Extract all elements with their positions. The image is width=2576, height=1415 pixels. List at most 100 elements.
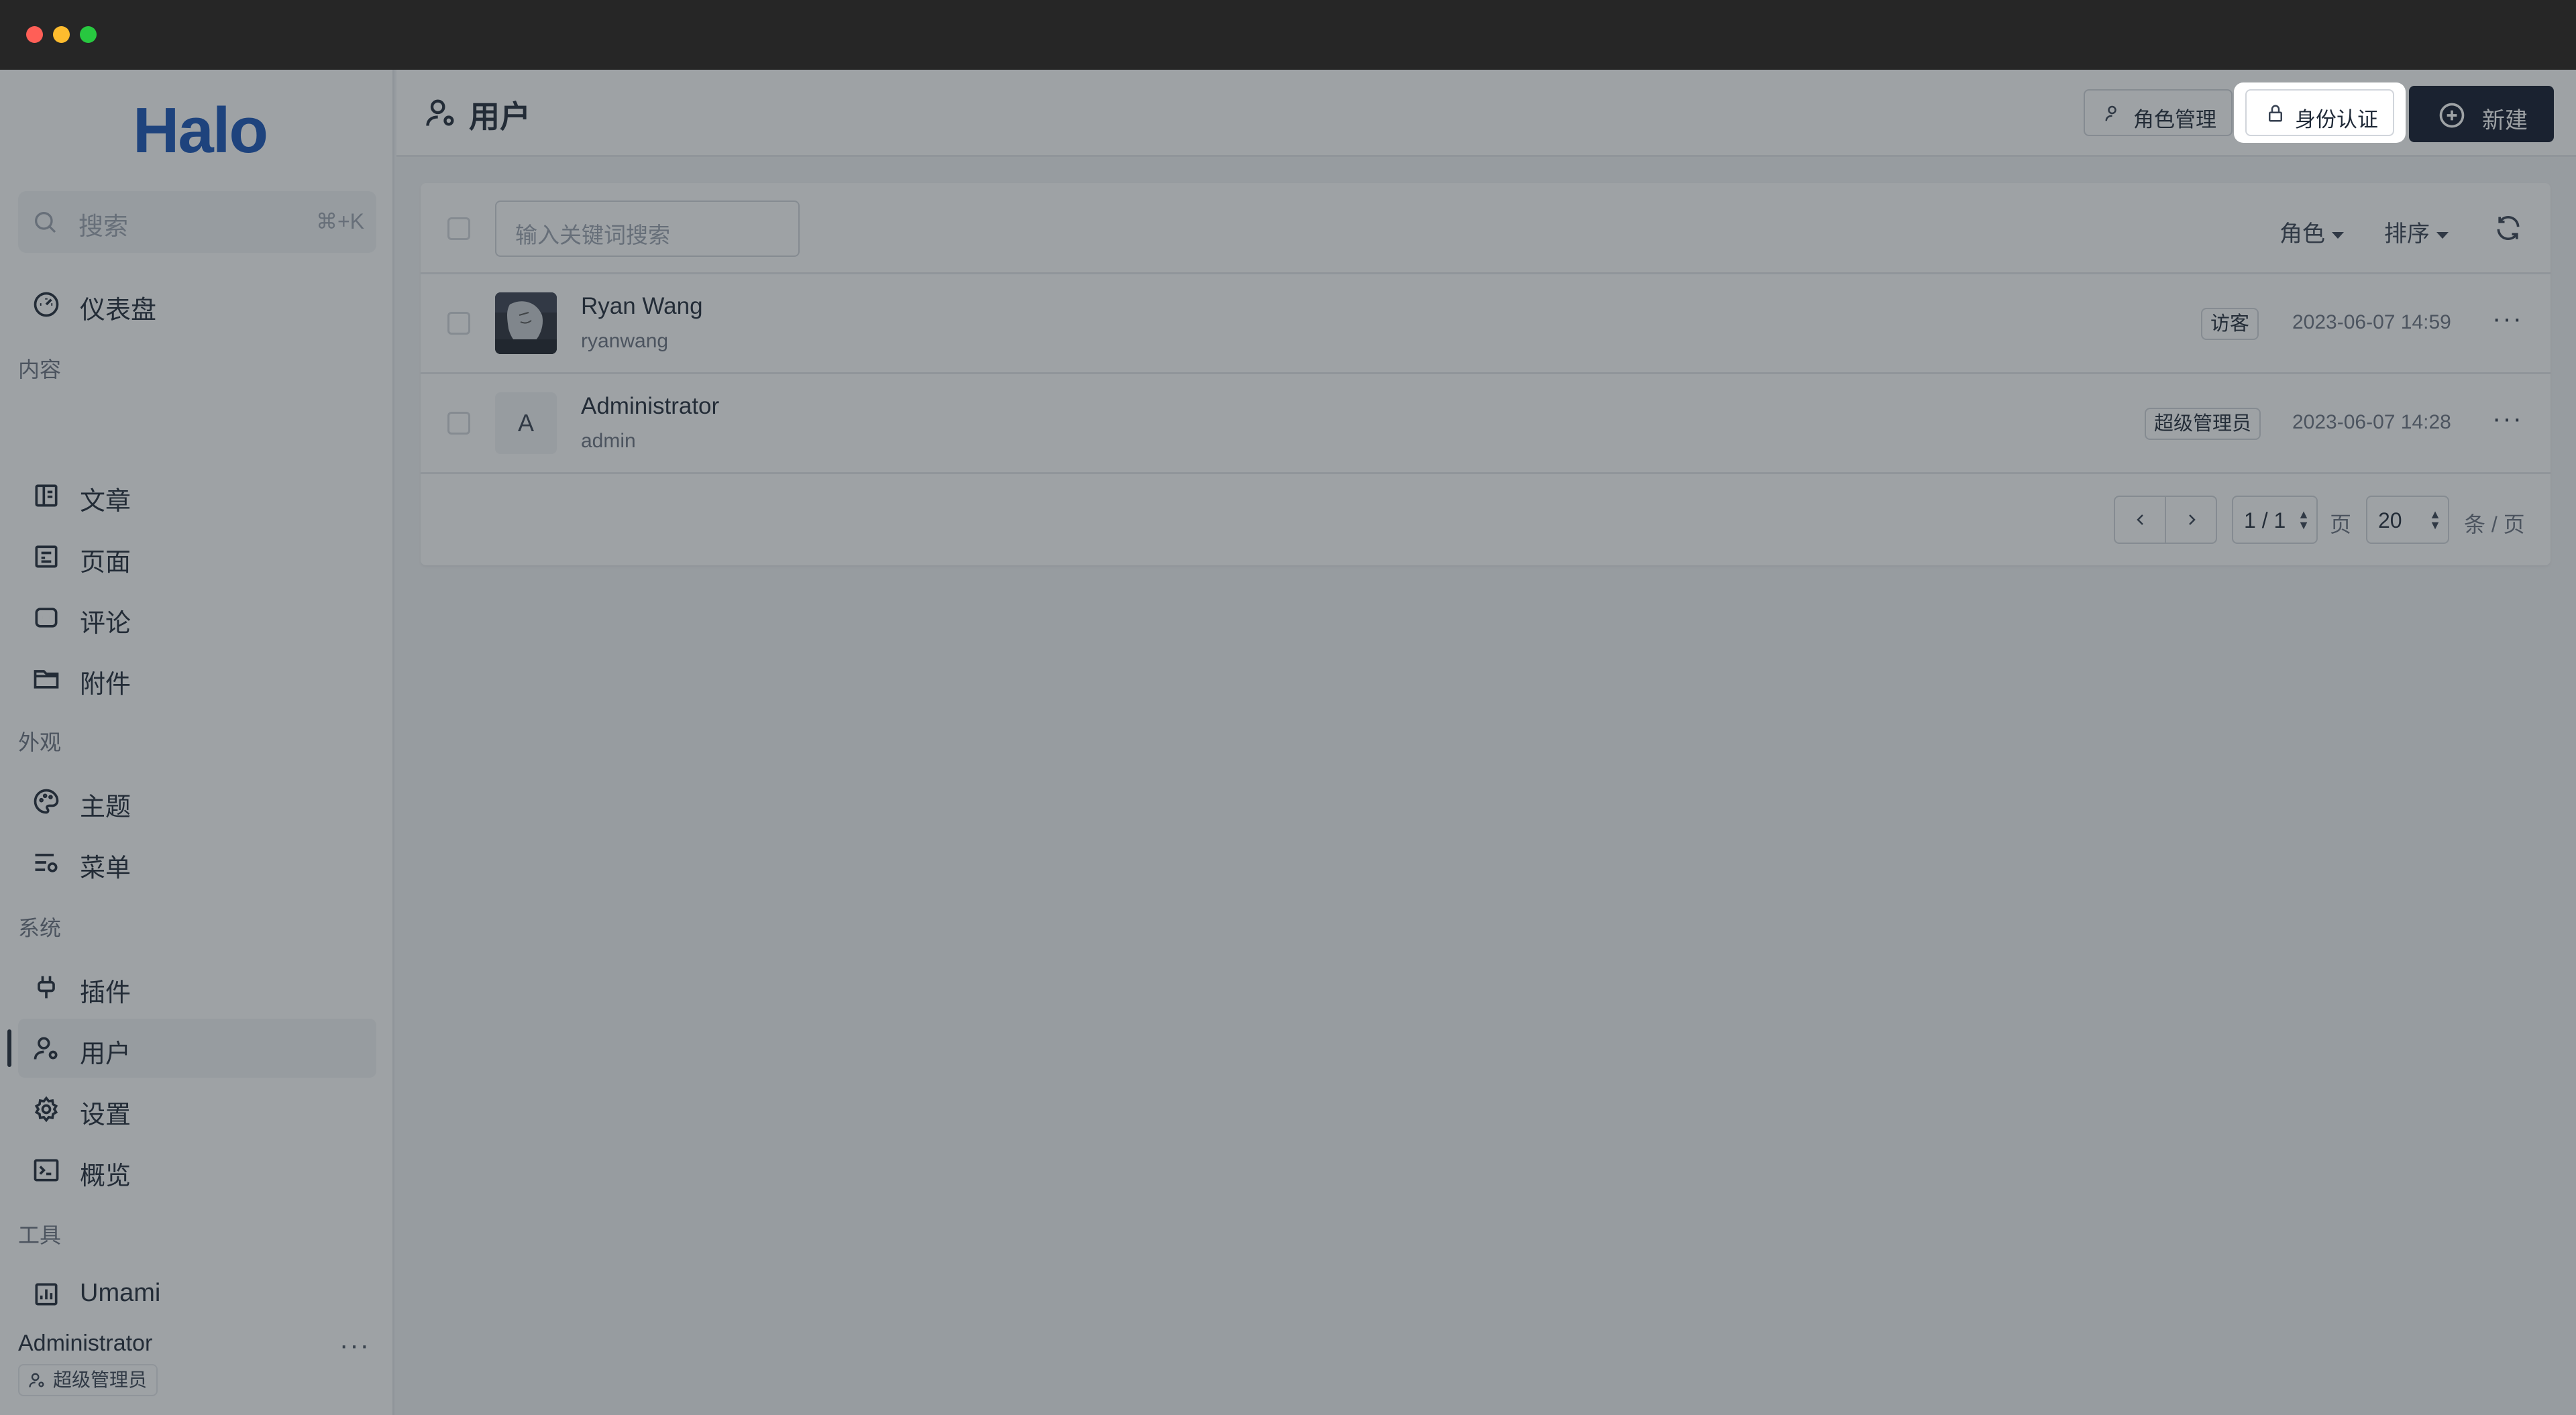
row-checkbox[interactable] [447, 412, 470, 435]
role-management-button[interactable]: 角色管理 [2084, 89, 2233, 136]
sidebar-item-label: 评论 [80, 610, 131, 638]
tour-spotlight: 身份认证 [2234, 82, 2406, 143]
page-select-value: 1 / 1 [2244, 508, 2286, 532]
user-more-icon[interactable]: ··· [339, 1331, 370, 1361]
halo-logo[interactable]: Halo [133, 94, 268, 168]
sort-label: 排序 [2384, 221, 2430, 247]
sidebar-item-comments[interactable]: 评论 [18, 588, 376, 647]
sidebar-item-attachments[interactable]: 附件 [18, 649, 376, 708]
row-more-icon[interactable]: ··· [2492, 404, 2523, 434]
user-display-name[interactable]: Administrator [581, 393, 719, 420]
window-titlebar [0, 0, 2576, 70]
sidebar-item-dashboard[interactable]: 仪表盘 [18, 275, 376, 334]
group-system-label: 系统 [18, 916, 62, 940]
sidebar-item-overview[interactable]: 概览 [18, 1141, 376, 1200]
role-management-label: 角色管理 [2133, 108, 2216, 131]
window-close-button[interactable] [26, 26, 43, 43]
chevron-right-icon [2189, 514, 2196, 525]
gear-icon [34, 1096, 58, 1123]
new-user-button[interactable]: 新建 [2409, 86, 2554, 142]
table-row[interactable]: A Administrator admin 超级管理员 2023-06-07 1… [421, 374, 2551, 474]
current-user-role-badge: 超级管理员 [18, 1364, 158, 1396]
page-select[interactable]: 1 / 1 ▲ ▼ [2232, 496, 2318, 544]
sidebar-item-menus[interactable]: 菜单 [18, 833, 376, 892]
current-user-name: Administrator [18, 1331, 153, 1356]
caret-down-icon [2436, 232, 2449, 239]
folder-icon [34, 670, 59, 689]
keyword-search-input[interactable]: 输入关键词搜索 [495, 201, 800, 257]
post-icon [35, 484, 58, 507]
sidebar-item-label: 插件 [80, 979, 131, 1007]
sidebar: Halo 搜索 ⌘+K 仪表盘 内容 文章 页面 评论 附件 外观 主题 菜单 … [0, 70, 394, 1415]
sidebar-item-label: 主题 [80, 793, 131, 822]
sidebar-item-label: 设置 [80, 1101, 131, 1129]
lock-icon [2269, 105, 2282, 122]
next-page-button[interactable] [2166, 497, 2217, 543]
sidebar-item-users[interactable]: 用户 [7, 1019, 376, 1078]
sidebar-item-umami[interactable]: Umami [18, 1265, 376, 1324]
terminal-icon [34, 1159, 59, 1182]
page-size-select[interactable]: 20 ▲ ▼ [2366, 496, 2449, 544]
user-settings-icon [34, 1037, 58, 1060]
prev-page-button[interactable] [2115, 497, 2166, 543]
avatar-letter [495, 292, 557, 354]
user-display-name[interactable]: Ryan Wang [581, 293, 703, 320]
pagination: 1 / 1 ▲ ▼ 页 20 ▲ ▼ 条 / 页 [421, 474, 2551, 565]
chevron-left-icon [2137, 514, 2143, 525]
updown-icon: ▲ ▼ [2429, 508, 2441, 532]
sidebar-search[interactable]: 搜索 ⌘+K [18, 191, 376, 253]
sidebar-item-pages[interactable]: 页面 [18, 527, 376, 586]
page-size-value: 20 [2378, 508, 2402, 532]
new-user-label: 新建 [2482, 108, 2528, 133]
auth-button[interactable]: 身份认证 [2245, 89, 2394, 136]
sidebar-item-label: 仪表盘 [80, 296, 157, 325]
sidebar-item-plugins[interactable]: 插件 [18, 958, 376, 1017]
updown-icon: ▲ ▼ [2298, 508, 2310, 532]
role-filter-label: 角色 [2279, 221, 2325, 247]
chart-icon [35, 1283, 58, 1306]
select-all-checkbox[interactable] [447, 217, 470, 240]
page-title: 用户 [469, 99, 531, 134]
auth-button-label: 身份认证 [2295, 108, 2378, 131]
user-icon [29, 1373, 44, 1388]
sidebar-item-label: 附件 [80, 671, 131, 699]
app: Halo 搜索 ⌘+K 仪表盘 内容 文章 页面 评论 附件 外观 主题 菜单 … [0, 70, 2576, 1415]
role-filter-dropdown[interactable]: 角色 [2279, 215, 2344, 248]
plus-circle-icon [2439, 103, 2465, 128]
sidebar-item-label: 用户 [80, 1040, 131, 1068]
user-icon [2105, 105, 2116, 121]
pager-buttons [2114, 496, 2217, 544]
current-user-role: 超级管理员 [53, 1369, 148, 1390]
user-settings-icon [426, 99, 454, 126]
list-toolbar: 输入关键词搜索 角色 排序 [421, 183, 2551, 274]
role-badge: 超级管理员 [2145, 408, 2261, 440]
plug-icon [38, 976, 55, 999]
page-unit: 页 [2330, 512, 2352, 536]
sidebar-item-themes[interactable]: 主题 [18, 772, 376, 831]
sidebar-search-placeholder: 搜索 [78, 213, 128, 240]
search-shortcut: ⌘+K [315, 209, 364, 233]
row-more-icon[interactable]: ··· [2492, 304, 2523, 334]
comment-icon [35, 608, 58, 628]
avatar: A [495, 392, 557, 454]
sort-dropdown[interactable]: 排序 [2384, 215, 2449, 248]
user-list-card: 输入关键词搜索 角色 排序 Ryan Wang ryanwang 访客 2023… [421, 183, 2551, 565]
created-date: 2023-06-07 14:28 [2292, 411, 2451, 433]
row-checkbox[interactable] [447, 312, 470, 335]
avatar [495, 292, 557, 354]
sidebar-item-settings[interactable]: 设置 [18, 1080, 376, 1139]
window-zoom-button[interactable] [80, 26, 97, 43]
user-username: admin [581, 430, 636, 452]
group-content-label: 内容 [18, 357, 62, 382]
sidebar-item-posts[interactable]: 文章 [18, 466, 376, 525]
sidebar-item-label: 页面 [80, 549, 131, 577]
window-minimize-button[interactable] [53, 26, 70, 43]
group-tools-label: 工具 [18, 1223, 62, 1247]
user-username: ryanwang [581, 330, 669, 352]
sidebar-item-label: 菜单 [80, 854, 131, 883]
table-row[interactable]: Ryan Wang ryanwang 访客 2023-06-07 14:59 ·… [421, 274, 2551, 374]
refresh-icon[interactable] [2493, 213, 2523, 243]
avatar-letter: A [517, 409, 534, 437]
search-icon [35, 212, 56, 233]
dashboard-icon [34, 292, 59, 317]
